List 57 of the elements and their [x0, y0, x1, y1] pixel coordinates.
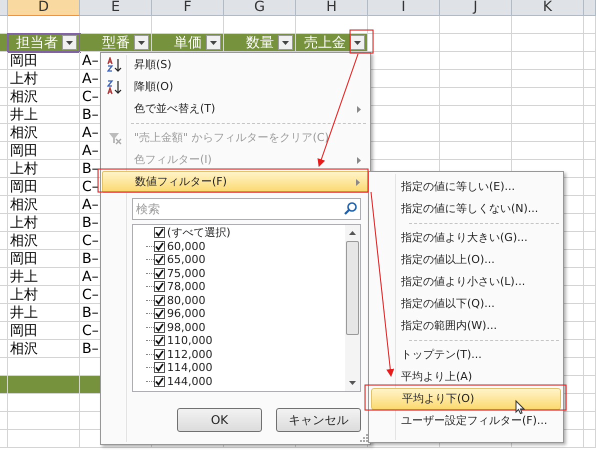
table-cell: 相沢: [8, 232, 80, 250]
table-cell: 岡田: [8, 322, 80, 340]
menu-item[interactable]: トップテン(T)...: [371, 344, 561, 366]
table-cell: 岡田: [8, 250, 80, 268]
table-cell: 井上: [8, 106, 80, 124]
table-cell: 井上: [8, 268, 80, 286]
column-header[interactable]: E: [80, 0, 152, 16]
menu-item[interactable]: 指定の値に等しくない(N)...: [371, 198, 561, 220]
table-cell: 上村: [8, 70, 80, 88]
column-header[interactable]: J: [440, 0, 512, 16]
menu-item[interactable]: 指定の値より大きい(G)...: [371, 227, 561, 249]
header-label: 担当者: [16, 36, 58, 50]
search-field[interactable]: 検索: [132, 198, 361, 220]
value-label: 110,000: [167, 335, 212, 346]
table-cell: 上村: [8, 286, 80, 304]
table-cell: 相沢: [8, 88, 80, 106]
value-label: 114,000: [167, 362, 212, 374]
value-label: 80,000: [167, 294, 206, 306]
value-label: (すべて選択): [167, 227, 231, 238]
menu-item[interactable]: 指定の値以下(Q)...: [371, 293, 561, 315]
column-header[interactable]: D: [8, 0, 80, 16]
column-header[interactable]: K: [512, 0, 584, 16]
table-cell: 井上: [8, 304, 80, 322]
table-cell: 上村: [8, 214, 80, 232]
menu-item[interactable]: ユーザー設定フィルター(F)...: [371, 410, 561, 432]
menu-item[interactable]: 数値フィルター(F): [102, 171, 369, 193]
menu-item[interactable]: 指定の値に等しい(E)...: [371, 176, 561, 198]
cancel-button[interactable]: キャンセル: [276, 408, 361, 432]
header-label: 型番: [102, 36, 130, 50]
table-cell: 上村: [8, 160, 80, 178]
table-cell: 相沢: [8, 196, 80, 214]
menu-item[interactable]: 指定の値以上(O)...: [371, 249, 561, 271]
value-label: 65,000: [167, 254, 206, 266]
value-label: 75,000: [167, 268, 206, 279]
value-label: 98,000: [167, 322, 206, 333]
table-cell: 岡田: [8, 52, 80, 70]
ok-button[interactable]: OK: [177, 408, 262, 432]
header-label: 数量: [246, 36, 274, 50]
column-header[interactable]: F: [152, 0, 224, 16]
menu-item[interactable]: 平均より上(A): [371, 366, 561, 388]
table-cell: 岡田: [8, 142, 80, 160]
table-cell: 岡田: [8, 178, 80, 196]
header-label: 売上金: [304, 36, 346, 50]
column-header[interactable]: H: [296, 0, 368, 16]
table-cell: 相沢: [8, 340, 80, 358]
menu-item[interactable]: 平均より下(O): [371, 388, 561, 410]
table-cell: 相沢: [8, 124, 80, 142]
menu-item[interactable]: 指定の範囲内(W)...: [371, 315, 561, 337]
value-label: 78,000: [167, 281, 206, 292]
menu-item[interactable]: 指定の値より小さい(L)...: [371, 271, 561, 293]
header-label: 単価: [174, 36, 202, 50]
value-label: 96,000: [167, 308, 206, 320]
value-label: 60,000: [167, 240, 206, 252]
value-label: 144,000: [167, 376, 212, 387]
column-header[interactable]: I: [368, 0, 440, 16]
column-header[interactable]: G: [224, 0, 296, 16]
value-label: 112,000: [167, 348, 212, 360]
